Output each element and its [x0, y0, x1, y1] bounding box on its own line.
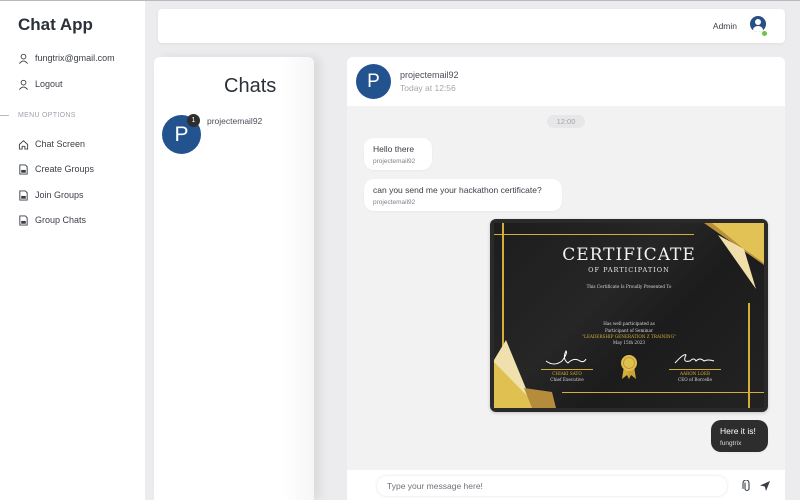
- frame-line: [494, 234, 694, 235]
- signer1-name: CHIAKI SATO: [552, 371, 582, 376]
- sidebar-item-label: Join Groups: [35, 190, 84, 200]
- document-icon: [19, 214, 28, 226]
- certificate-event: "LEADERSHIP GENERATION Z TRAINING": [582, 334, 676, 339]
- account-email: fungtrix@gmail.com: [35, 53, 115, 63]
- admin-label[interactable]: Admin: [713, 21, 737, 31]
- time-divider: 12:00: [547, 115, 585, 128]
- certificate-line: Participant of Seminar: [605, 328, 653, 333]
- user-icon: [19, 53, 28, 64]
- home-icon: [18, 139, 29, 150]
- frame-line: [562, 392, 764, 393]
- document-icon: [19, 163, 28, 175]
- logout-button[interactable]: Logout: [18, 76, 63, 92]
- send-icon[interactable]: [759, 480, 771, 492]
- sidebar-item-label: Chat Screen: [35, 139, 86, 149]
- signer1-role: Chief Executive: [550, 377, 584, 382]
- sidebar-item-create-groups[interactable]: Create Groups: [18, 161, 94, 177]
- chats-title: Chats: [224, 75, 277, 97]
- message-bubble-outgoing: Here it is! fungtrix: [711, 420, 768, 452]
- document-icon: [19, 189, 28, 201]
- user-icon: [19, 79, 28, 90]
- last-seen: Today at 12:56: [400, 83, 456, 93]
- message-sender: projectemail92: [373, 199, 416, 206]
- contact-avatar[interactable]: P: [356, 64, 391, 99]
- sidebar: Chat App fungtrix@gmail.com Logout MENU …: [0, 1, 145, 500]
- certificate-line: Has well participated as: [603, 321, 655, 326]
- chat-name: projectemail92: [207, 116, 263, 126]
- online-status-dot: [762, 31, 767, 36]
- message-sender: fungtrix: [720, 440, 742, 447]
- menu-section-label: MENU OPTIONS: [18, 112, 76, 119]
- menu-divider: [0, 115, 9, 116]
- conversation-panel: P projectemail92 Today at 12:56 12:00 He…: [347, 57, 785, 500]
- signer2-name: AARON LOEB: [680, 371, 710, 376]
- message-text: Here it is!: [720, 426, 756, 436]
- message-sender: projectemail92: [373, 158, 416, 165]
- chats-panel: Chats P 1 projectemail92: [154, 57, 314, 500]
- certificate-image-message[interactable]: CERTIFICATE OF PARTICIPATION This Certif…: [490, 219, 768, 412]
- unread-badge: 1: [187, 114, 200, 127]
- certificate-date: May 15th 2023: [612, 340, 646, 345]
- conversation-header: P projectemail92 Today at 12:56: [347, 57, 785, 106]
- message-text: can you send me your hackathon certifica…: [373, 185, 542, 195]
- sidebar-item-label: Create Groups: [35, 164, 95, 174]
- certificate-face: CERTIFICATE OF PARTICIPATION This Certif…: [494, 223, 764, 408]
- medal-icon: [621, 355, 637, 379]
- message-text: Hello there: [373, 144, 415, 154]
- app-title: Chat App: [18, 15, 93, 34]
- signature-line: [541, 369, 593, 370]
- sidebar-item-join-groups[interactable]: Join Groups: [18, 187, 84, 203]
- message-input[interactable]: [377, 476, 727, 496]
- top-header: Admin: [158, 9, 785, 43]
- sidebar-item-label: Group Chats: [35, 215, 87, 225]
- sidebar-item-group-chats[interactable]: Group Chats: [18, 212, 86, 228]
- attachment-icon[interactable]: [741, 480, 753, 492]
- signature-line: [669, 369, 721, 370]
- chat-list-item[interactable]: P 1 projectemail92: [162, 114, 307, 157]
- admin-avatar[interactable]: [750, 16, 766, 32]
- certificate-subtitle: OF PARTICIPATION: [588, 266, 670, 274]
- certificate-title: CERTIFICATE: [562, 245, 696, 265]
- account-email-item[interactable]: fungtrix@gmail.com: [18, 50, 115, 66]
- message-bubble-incoming: Hello there projectemail92: [364, 138, 432, 170]
- sidebar-item-chat-screen[interactable]: Chat Screen: [18, 136, 85, 152]
- signature-chiaki: [545, 350, 587, 365]
- message-bubble-incoming: can you send me your hackathon certifica…: [364, 179, 562, 211]
- certificate-presented-text: This Certificate Is Proudly Presented To: [586, 284, 672, 289]
- contact-name: projectemail92: [400, 70, 459, 80]
- signer2-role: CEO of Borcelle: [677, 377, 712, 382]
- message-composer: [347, 470, 785, 500]
- logout-label: Logout: [35, 79, 63, 89]
- avatar-head: [755, 19, 761, 25]
- signature-aaron: [674, 354, 715, 364]
